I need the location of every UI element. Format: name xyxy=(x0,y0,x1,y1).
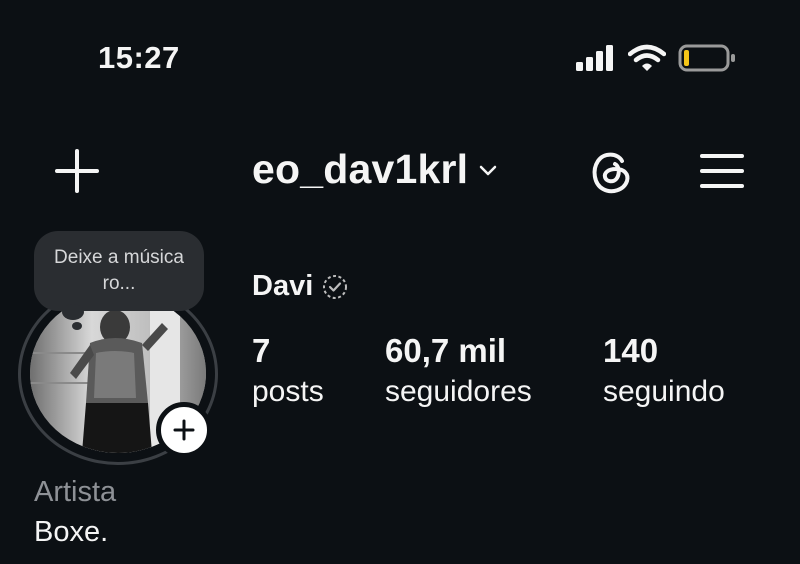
status-icons xyxy=(576,44,736,72)
stat-label: seguidores xyxy=(385,375,532,408)
note-bubble-tail-dot xyxy=(72,322,82,330)
display-name: Davi xyxy=(252,270,314,302)
username: eo_dav1krl xyxy=(252,146,469,192)
profile-bio: Boxe. xyxy=(34,516,109,548)
stat-label: seguindo xyxy=(603,375,725,408)
status-time: 15:27 xyxy=(98,40,180,75)
menu-icon[interactable] xyxy=(700,152,744,190)
battery-icon xyxy=(678,44,735,72)
account-switcher[interactable]: eo_dav1krl xyxy=(252,146,498,193)
signal-icon xyxy=(576,45,613,71)
stat-followers[interactable]: 60,7 mil seguidores xyxy=(385,332,532,414)
profile-screen: 15:27 eo_dav1krl Deixe a música ro... Da… xyxy=(0,0,800,564)
add-story-button[interactable] xyxy=(156,402,212,458)
stat-posts[interactable]: 7 posts xyxy=(252,332,324,414)
profile-category: Artista xyxy=(34,476,117,508)
threads-icon[interactable] xyxy=(588,148,634,196)
profile-name-row: Davi xyxy=(252,270,349,303)
chevron-down-icon xyxy=(480,165,497,175)
stat-following[interactable]: 140 seguindo xyxy=(603,332,725,414)
stat-value: 7 xyxy=(252,332,271,369)
plus-icon xyxy=(173,419,195,441)
stat-label: posts xyxy=(252,375,324,408)
note-bubble[interactable]: Deixe a música ro... xyxy=(34,231,204,311)
wifi-icon xyxy=(628,44,666,71)
note-text: Deixe a música ro... xyxy=(54,247,184,294)
threads-badge-icon[interactable] xyxy=(321,273,349,301)
plus-icon[interactable] xyxy=(54,148,100,194)
note-bubble-tail xyxy=(62,304,84,320)
stat-value: 140 xyxy=(603,332,659,369)
stat-value: 60,7 mil xyxy=(385,332,507,369)
